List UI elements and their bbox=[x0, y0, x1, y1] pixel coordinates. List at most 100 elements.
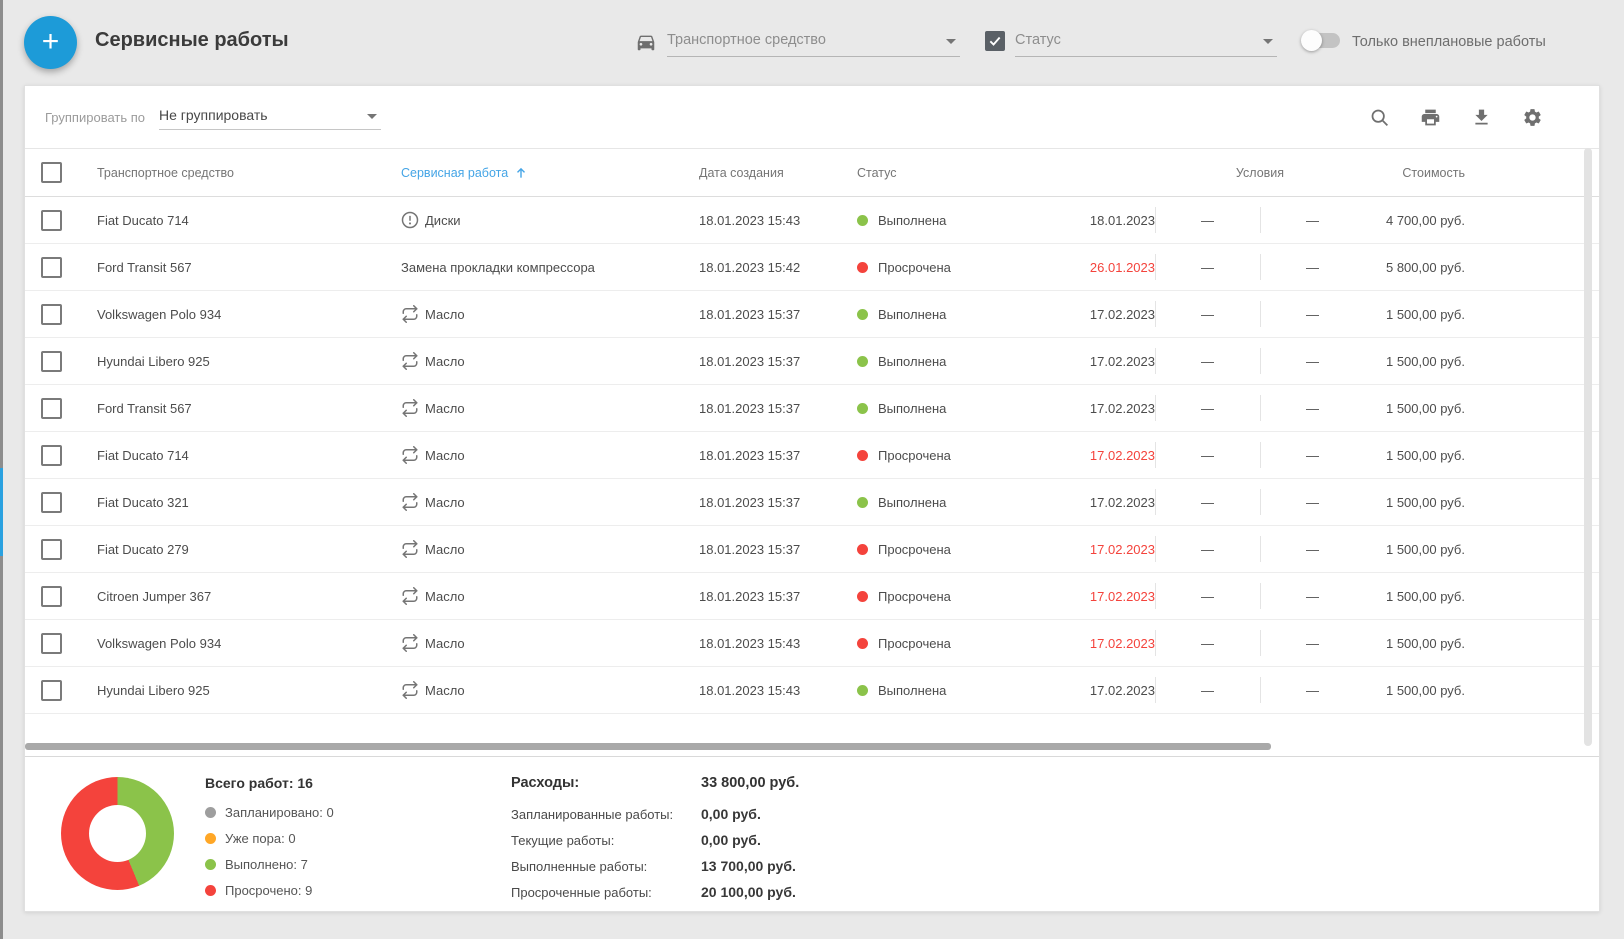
created-date-cell: 18.01.2023 15:37 bbox=[675, 354, 845, 369]
row-checkbox[interactable] bbox=[25, 304, 77, 325]
table-toolbar: Группировать по Не группировать bbox=[25, 86, 1599, 148]
unplanned-only-toggle[interactable] bbox=[1303, 33, 1340, 48]
created-date-cell: 18.01.2023 15:37 bbox=[675, 542, 845, 557]
row-checkbox[interactable] bbox=[25, 257, 77, 278]
table-row[interactable]: Hyundai Libero 925Масло18.01.2023 15:43В… bbox=[25, 667, 1599, 714]
condition-cell: — bbox=[1155, 542, 1260, 557]
main-panel: Группировать по Не группировать Транспор… bbox=[24, 85, 1600, 912]
service-work-cell: Масло bbox=[365, 681, 675, 699]
condition-cell: — bbox=[1260, 401, 1365, 416]
vehicle-cell: Fiat Ducato 714 bbox=[77, 213, 365, 228]
status-dot bbox=[857, 497, 868, 508]
status-filter-select[interactable]: Статус bbox=[1015, 30, 1277, 57]
table-header-row: Транспортное средство Сервисная работа Д… bbox=[25, 148, 1599, 197]
service-work-cell: Масло bbox=[365, 587, 675, 605]
status-cell: Просрочена bbox=[845, 589, 1040, 604]
cost-cell: 5 800,00 руб. bbox=[1365, 260, 1505, 275]
status-dot bbox=[857, 638, 868, 649]
table-row[interactable]: Citroen Jumper 367Масло18.01.2023 15:37П… bbox=[25, 573, 1599, 620]
summary-footer: Всего работ: 16 Запланировано: 0Уже пора… bbox=[25, 756, 1599, 913]
legend-item: Просрочено: 9 bbox=[205, 883, 334, 898]
repeat-icon bbox=[401, 493, 419, 511]
column-header-conditions[interactable]: Условия bbox=[1155, 166, 1365, 180]
table-row[interactable]: Hyundai Libero 925Масло18.01.2023 15:37В… bbox=[25, 338, 1599, 385]
print-icon[interactable] bbox=[1420, 107, 1441, 128]
service-work-cell: Масло bbox=[365, 399, 675, 417]
row-checkbox[interactable] bbox=[25, 680, 77, 701]
service-work-cell: Масло bbox=[365, 446, 675, 464]
due-date-cell: 17.02.2023 bbox=[1040, 448, 1155, 463]
table-row[interactable]: Fiat Ducato 714Масло18.01.2023 15:37Прос… bbox=[25, 432, 1599, 479]
table-row[interactable]: Fiat Ducato 279Масло18.01.2023 15:37Прос… bbox=[25, 526, 1599, 573]
vehicle-cell: Fiat Ducato 321 bbox=[77, 495, 365, 510]
row-checkbox[interactable] bbox=[25, 539, 77, 560]
chevron-down-icon bbox=[367, 114, 377, 119]
unplanned-only-toggle-label: Только внеплановые работы bbox=[1352, 34, 1546, 50]
status-dot bbox=[857, 403, 868, 414]
status-filter[interactable]: Статус bbox=[985, 30, 1277, 57]
row-checkbox[interactable] bbox=[25, 210, 77, 231]
expense-row: Выполненные работы:13 700,00 руб. bbox=[511, 858, 799, 874]
row-checkbox[interactable] bbox=[25, 492, 77, 513]
column-header-vehicle[interactable]: Транспортное средство bbox=[77, 166, 365, 180]
download-icon[interactable] bbox=[1471, 107, 1492, 128]
status-dot bbox=[857, 309, 868, 320]
row-checkbox[interactable] bbox=[25, 351, 77, 372]
vehicle-filter-select[interactable]: Транспортное средство bbox=[667, 30, 960, 57]
condition-cell: — bbox=[1260, 683, 1365, 698]
page-scrollbar-thumb[interactable] bbox=[0, 468, 3, 556]
table-horizontal-scrollbar-thumb[interactable] bbox=[25, 743, 1271, 750]
row-checkbox[interactable] bbox=[25, 445, 77, 466]
expenses-title-value: 33 800,00 руб. bbox=[701, 775, 799, 791]
condition-cell: — bbox=[1155, 401, 1260, 416]
column-header-service-work[interactable]: Сервисная работа bbox=[365, 166, 675, 180]
table-body: Fiat Ducato 714Диски18.01.2023 15:43Выпо… bbox=[25, 197, 1599, 714]
table-vertical-scrollbar[interactable] bbox=[1584, 148, 1592, 746]
table-row[interactable]: Ford Transit 567Масло18.01.2023 15:37Вып… bbox=[25, 385, 1599, 432]
column-header-status[interactable]: Статус bbox=[845, 166, 1155, 180]
chevron-down-icon bbox=[946, 39, 956, 44]
status-filter-checkbox[interactable] bbox=[985, 31, 1005, 51]
add-service-work-button[interactable]: + bbox=[24, 16, 77, 69]
condition-cell: — bbox=[1155, 589, 1260, 604]
created-date-cell: 18.01.2023 15:42 bbox=[675, 260, 845, 275]
status-filter-label: Статус bbox=[1015, 32, 1061, 48]
cost-cell: 1 500,00 руб. bbox=[1365, 495, 1505, 510]
chevron-down-icon bbox=[1263, 39, 1273, 44]
created-date-cell: 18.01.2023 15:43 bbox=[675, 636, 845, 651]
table-row[interactable]: Volkswagen Polo 934Масло18.01.2023 15:37… bbox=[25, 291, 1599, 338]
toggle-knob[interactable] bbox=[1301, 30, 1322, 51]
status-dot bbox=[857, 356, 868, 367]
condition-cell: — bbox=[1155, 448, 1260, 463]
column-header-cost[interactable]: Стоимость bbox=[1365, 166, 1505, 180]
expense-row: Запланированные работы:0,00 руб. bbox=[511, 806, 799, 822]
condition-cell: — bbox=[1155, 495, 1260, 510]
cost-cell: 4 700,00 руб. bbox=[1365, 213, 1505, 228]
table-row[interactable]: Volkswagen Polo 934Масло18.01.2023 15:43… bbox=[25, 620, 1599, 667]
search-icon[interactable] bbox=[1369, 107, 1390, 128]
expenses-block: Расходы: 33 800,00 руб. Запланированные … bbox=[511, 775, 799, 910]
column-header-created[interactable]: Дата создания bbox=[675, 166, 845, 180]
service-work-cell: Масло bbox=[365, 352, 675, 370]
toolbar-icons bbox=[1369, 107, 1599, 128]
table-row[interactable]: Fiat Ducato 714Диски18.01.2023 15:43Выпо… bbox=[25, 197, 1599, 244]
cost-cell: 1 500,00 руб. bbox=[1365, 636, 1505, 651]
expense-row: Просроченные работы:20 100,00 руб. bbox=[511, 884, 799, 900]
service-work-cell: Масло bbox=[365, 540, 675, 558]
group-by-value: Не группировать bbox=[159, 107, 268, 123]
table-row[interactable]: Fiat Ducato 321Масло18.01.2023 15:37Выпо… bbox=[25, 479, 1599, 526]
row-checkbox[interactable] bbox=[25, 633, 77, 654]
row-checkbox[interactable] bbox=[25, 398, 77, 419]
vehicle-cell: Volkswagen Polo 934 bbox=[77, 636, 365, 651]
group-by-select[interactable]: Не группировать bbox=[159, 105, 381, 130]
vehicle-cell: Fiat Ducato 279 bbox=[77, 542, 365, 557]
vehicle-filter[interactable]: Транспортное средство bbox=[635, 30, 960, 58]
select-all-checkbox[interactable] bbox=[25, 162, 77, 183]
condition-cell: — bbox=[1155, 260, 1260, 275]
legend-item: Выполнено: 7 bbox=[205, 857, 334, 872]
settings-gear-icon[interactable] bbox=[1522, 107, 1543, 128]
condition-cell: — bbox=[1260, 589, 1365, 604]
table-row[interactable]: Ford Transit 567Замена прокладки компрес… bbox=[25, 244, 1599, 291]
row-checkbox[interactable] bbox=[25, 586, 77, 607]
cost-cell: 1 500,00 руб. bbox=[1365, 354, 1505, 369]
